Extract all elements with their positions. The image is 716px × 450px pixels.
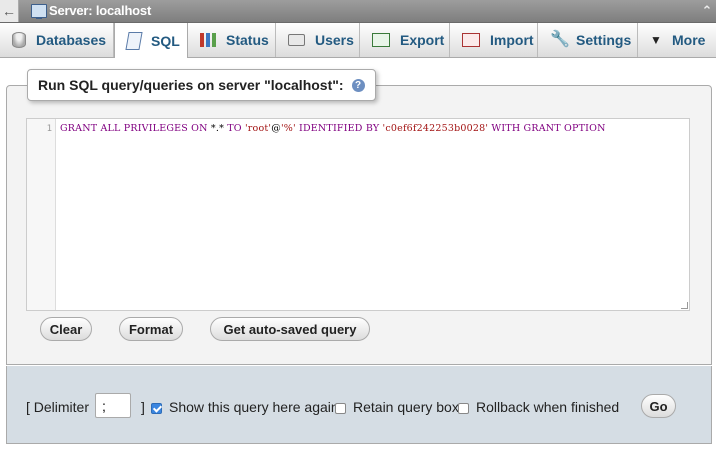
delimiter-close-bracket: ]	[141, 399, 145, 415]
show-query-checkbox[interactable]	[151, 403, 162, 414]
get-auto-saved-query-button[interactable]: Get auto-saved query	[210, 317, 370, 341]
tab-label: Export	[400, 32, 445, 48]
collapse-icon[interactable]: ⌃	[700, 0, 714, 22]
code-operator: @	[271, 123, 281, 134]
rollback-label[interactable]: Rollback when finished	[476, 399, 619, 415]
code-string: 'root'	[245, 123, 272, 134]
code-keyword: GRANT ALL PRIVILEGES ON	[60, 123, 211, 134]
resize-handle-icon[interactable]	[681, 302, 688, 309]
query-panel-legend: Run SQL query/queries on server "localho…	[27, 69, 376, 101]
tab-label: SQL	[151, 32, 180, 49]
database-icon	[12, 32, 26, 48]
tab-label: Import	[490, 32, 534, 48]
wrench-icon: 🔧	[550, 31, 570, 48]
go-button[interactable]: Go	[641, 394, 676, 418]
sql-code-line[interactable]: GRANT ALL PRIVILEGES ON *.* TO 'root'@'%…	[60, 123, 606, 134]
tab-label: Users	[315, 32, 354, 48]
users-icon	[288, 34, 305, 46]
tab-label: Databases	[36, 32, 107, 48]
code-keyword: WITH GRANT OPTION	[488, 123, 606, 134]
main-tab-bar: Databases SQL Status Users Export Import…	[0, 23, 716, 58]
tab-sql[interactable]: SQL	[114, 23, 188, 58]
clear-button[interactable]: Clear	[40, 317, 92, 341]
tab-databases[interactable]: Databases	[0, 23, 114, 57]
caret-down-icon: ▼	[650, 33, 662, 47]
sql-icon	[125, 31, 143, 50]
tab-export[interactable]: Export	[360, 23, 450, 57]
import-icon	[462, 33, 480, 47]
tab-status[interactable]: Status	[188, 23, 276, 57]
export-icon	[372, 33, 390, 47]
back-arrow-icon[interactable]: ←	[0, 0, 19, 22]
tab-label: Status	[226, 32, 269, 48]
line-number: 1	[46, 124, 52, 134]
legend-text: Run SQL query/queries on server "localho…	[38, 77, 344, 93]
server-title[interactable]: Server: localhost	[49, 3, 151, 18]
tab-label: Settings	[576, 32, 632, 48]
retain-query-box-checkbox[interactable]	[335, 403, 346, 414]
code-keyword: IDENTIFIED BY	[295, 123, 383, 134]
status-icon	[200, 33, 216, 47]
delimiter-label: [ Delimiter	[26, 399, 90, 415]
code-string: 'c0ef6f242253b0028'	[382, 123, 489, 134]
code-operator: *.*	[210, 123, 225, 134]
show-query-label[interactable]: Show this query here again	[169, 399, 339, 415]
sql-editor[interactable]: 1 GRANT ALL PRIVILEGES ON *.* TO 'root'@…	[26, 118, 690, 311]
tab-label: More	[672, 32, 706, 48]
code-keyword: TO	[224, 123, 245, 134]
line-number-gutter: 1	[27, 119, 56, 310]
tab-settings[interactable]: 🔧 Settings	[538, 23, 638, 57]
code-string: '%'	[280, 123, 296, 134]
tab-more[interactable]: ▼ More	[638, 23, 716, 57]
server-bar: ← Server: localhost ⌃	[0, 0, 716, 23]
help-icon[interactable]: ?	[351, 78, 365, 92]
tab-import[interactable]: Import	[450, 23, 538, 57]
server-icon	[31, 4, 47, 19]
rollback-checkbox[interactable]	[458, 403, 469, 414]
retain-query-box-label[interactable]: Retain query box	[353, 399, 459, 415]
tab-users[interactable]: Users	[276, 23, 360, 57]
delimiter-input[interactable]	[95, 393, 131, 418]
format-button[interactable]: Format	[119, 317, 183, 341]
